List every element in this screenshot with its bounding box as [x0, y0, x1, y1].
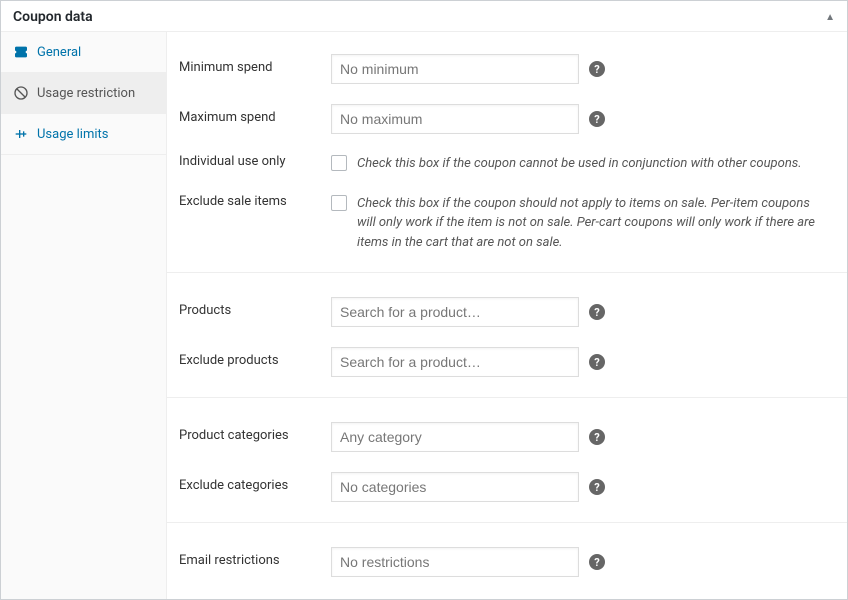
- products-input[interactable]: [331, 297, 579, 327]
- label-products: Products: [179, 297, 331, 318]
- row-exclude-categories: Exclude categories ?: [167, 462, 847, 512]
- tab-label: Usage restriction: [37, 86, 135, 101]
- label-individual-use: Individual use only: [179, 154, 331, 169]
- panel-title: Coupon data: [13, 9, 93, 25]
- help-icon[interactable]: ?: [589, 304, 605, 320]
- label-email-restrictions: Email restrictions: [179, 547, 331, 568]
- help-icon[interactable]: ?: [589, 429, 605, 445]
- row-individual-use: Individual use only Check this box if th…: [167, 144, 847, 184]
- ticket-icon: [13, 44, 29, 60]
- row-exclude-products: Exclude products ?: [167, 337, 847, 387]
- tab-label: Usage limits: [37, 127, 108, 142]
- panel-header: Coupon data ▲: [1, 1, 847, 32]
- help-icon[interactable]: ?: [589, 479, 605, 495]
- row-minimum-spend: Minimum spend ?: [167, 44, 847, 94]
- row-email-restrictions: Email restrictions ?: [167, 522, 847, 587]
- tab-usage-restriction[interactable]: Usage restriction: [1, 73, 166, 114]
- product-categories-input[interactable]: [331, 422, 579, 452]
- label-exclude-sale: Exclude sale items: [179, 194, 331, 209]
- tab-usage-limits[interactable]: Usage limits: [1, 114, 166, 155]
- exclude-categories-input[interactable]: [331, 472, 579, 502]
- help-icon[interactable]: ?: [589, 61, 605, 77]
- help-icon[interactable]: ?: [589, 111, 605, 127]
- maximum-spend-input[interactable]: [331, 104, 579, 134]
- help-icon[interactable]: ?: [589, 554, 605, 570]
- label-product-categories: Product categories: [179, 422, 331, 443]
- help-icon[interactable]: ?: [589, 354, 605, 370]
- row-maximum-spend: Maximum spend ?: [167, 94, 847, 144]
- minimum-spend-input[interactable]: [331, 54, 579, 84]
- tab-label: General: [37, 45, 81, 60]
- collapse-toggle-icon[interactable]: ▲: [825, 12, 835, 23]
- exclude-sale-description: Check this box if the coupon should not …: [357, 194, 815, 253]
- tab-general[interactable]: General: [1, 32, 166, 73]
- label-exclude-categories: Exclude categories: [179, 472, 331, 493]
- tab-content: Minimum spend ? Maximum spend ? Individu…: [167, 32, 847, 599]
- individual-use-checkbox[interactable]: [331, 155, 347, 171]
- label-exclude-products: Exclude products: [179, 347, 331, 368]
- row-product-categories: Product categories ?: [167, 397, 847, 462]
- exclude-products-input[interactable]: [331, 347, 579, 377]
- row-exclude-sale: Exclude sale items Check this box if the…: [167, 184, 847, 263]
- email-restrictions-input[interactable]: [331, 547, 579, 577]
- panel-body: General Usage restriction Usage limits M…: [1, 32, 847, 599]
- label-maximum-spend: Maximum spend: [179, 104, 331, 125]
- ban-icon: [13, 85, 29, 101]
- sliders-icon: [13, 126, 29, 142]
- coupon-data-panel: Coupon data ▲ General Usage restriction: [0, 0, 848, 600]
- tabs-sidebar: General Usage restriction Usage limits: [1, 32, 167, 599]
- row-products: Products ?: [167, 272, 847, 337]
- exclude-sale-checkbox[interactable]: [331, 195, 347, 211]
- individual-use-description: Check this box if the coupon cannot be u…: [357, 154, 815, 174]
- label-minimum-spend: Minimum spend: [179, 54, 331, 75]
